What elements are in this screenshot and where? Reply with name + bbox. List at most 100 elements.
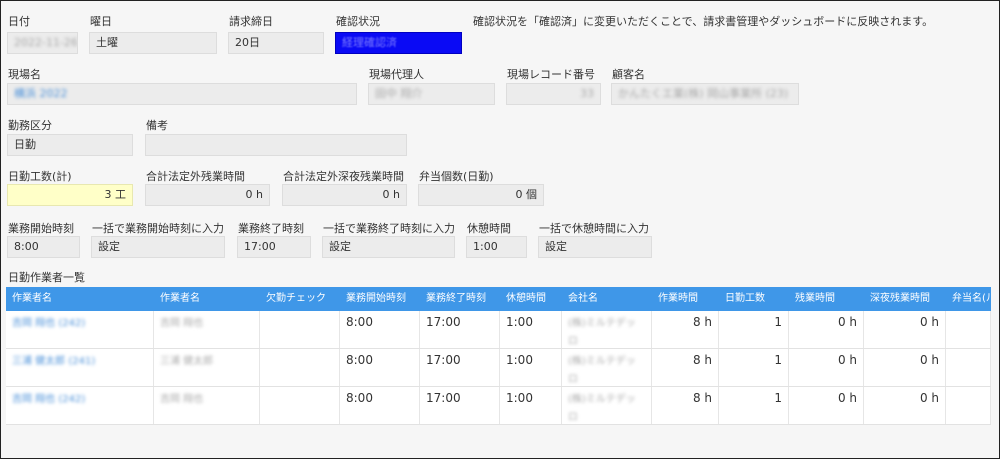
overtime-cell: 0 h <box>789 349 864 386</box>
column-header[interactable]: 作業時間 <box>652 287 719 311</box>
start-cell: 8:00 <box>340 387 420 424</box>
end-cell: 17:00 <box>420 349 500 386</box>
site-name-field[interactable]: 横浜 2022 <box>7 83 357 105</box>
column-header[interactable]: 弁当名(ル) <box>946 287 991 311</box>
bulk-break-label: 一括で休憩時間に入力 <box>539 222 649 235</box>
column-header[interactable]: 作業者名 <box>154 287 260 311</box>
site-agent-field[interactable]: 田中 翔介 <box>368 83 495 105</box>
worker-name: 吉岡 翔也 <box>160 394 204 405</box>
break-cell: 1:00 <box>500 311 562 348</box>
break-cell: 1:00 <box>500 349 562 386</box>
confirm-status-note: 確認状況を「確認済」に変更いただくことで、請求書管理やダッシュボードに反映されま… <box>473 15 934 28</box>
overtime-hours-label: 合計法定外残業時間 <box>146 170 245 183</box>
column-header[interactable]: 欠勤チェック <box>260 287 340 311</box>
column-header[interactable]: 休憩時間 <box>500 287 562 311</box>
night-overtime-cell: 0 h <box>864 311 946 348</box>
site-record-no-field[interactable]: 33 <box>506 83 601 105</box>
bulk-break-button[interactable]: 設定 <box>538 236 652 258</box>
column-header[interactable]: 深夜残業時間 <box>864 287 946 311</box>
confirm-status-value: 経理確認済 <box>342 36 397 49</box>
man-days-cell: 1 <box>719 387 789 424</box>
bulk-end-button[interactable]: 設定 <box>322 236 455 258</box>
overtime-hours-field[interactable]: 0 h <box>145 184 270 206</box>
column-header[interactable]: 業務終了時刻 <box>420 287 500 311</box>
remarks-label: 備考 <box>146 119 168 132</box>
workers-table-title: 日勤作業者一覧 <box>8 271 85 284</box>
man-days-cell: 1 <box>719 349 789 386</box>
day-man-days-label: 日勤工数(計) <box>8 170 72 183</box>
column-header[interactable]: 日勤工数 <box>719 287 789 311</box>
site-record-no-label: 現場レコード番号 <box>507 68 595 81</box>
work-type-field[interactable]: 日勤 <box>7 134 133 156</box>
column-header[interactable]: 会社名 <box>562 287 652 311</box>
overtime-cell: 0 h <box>789 387 864 424</box>
start-cell: 8:00 <box>340 311 420 348</box>
customer-value: かんたくエ業(株) 岡山事業所 (23) <box>618 87 789 100</box>
remarks-field[interactable] <box>145 134 407 156</box>
work-type-label: 勤務区分 <box>8 119 52 132</box>
confirm-status-label: 確認状況 <box>336 15 380 28</box>
work-hours-cell: 8 h <box>652 311 719 348</box>
worker-name-link[interactable]: 吉岡 翔也 (242) <box>12 318 85 329</box>
break-time-label: 休憩時間 <box>467 222 511 235</box>
closing-day-field[interactable]: 20日 <box>228 32 324 54</box>
weekday-field[interactable]: 土曜 <box>89 32 217 54</box>
night-overtime-hours-field[interactable]: 0 h <box>282 184 407 206</box>
closing-day-label: 請求締日 <box>229 15 273 28</box>
end-cell: 17:00 <box>420 387 500 424</box>
bulk-start-button[interactable]: 設定 <box>91 236 225 258</box>
night-overtime-cell: 0 h <box>864 387 946 424</box>
work-hours-cell: 8 h <box>652 349 719 386</box>
bulk-end-label: 一括で業務終了時刻に入力 <box>323 222 455 235</box>
start-cell: 8:00 <box>340 349 420 386</box>
worker-name: 吉岡 翔也 <box>160 318 204 329</box>
table-header: 作業者名 作業者名 欠勤チェック 業務開始時刻 業務終了時刻 休憩時間 会社名 … <box>6 287 991 311</box>
table-row: 三浦 健太郎 (241) 三浦 健太郎 8:00 17:00 1:00 (株)ミ… <box>6 349 991 387</box>
worker-name: 三浦 健太郎 <box>160 356 214 367</box>
weekday-label: 曜日 <box>90 15 112 28</box>
overtime-cell: 0 h <box>789 311 864 348</box>
site-name-link[interactable]: 横浜 2022 <box>14 87 68 100</box>
lunch-count-label: 弁当個数(日勤) <box>419 170 494 183</box>
break-time-field[interactable]: 1:00 <box>466 236 527 258</box>
day-man-days-field[interactable]: 3 工 <box>7 184 133 206</box>
customer-label: 顧客名 <box>612 68 645 81</box>
night-overtime-hours-label: 合計法定外深夜残業時間 <box>283 170 404 183</box>
lunch-cell <box>946 311 991 348</box>
break-cell: 1:00 <box>500 387 562 424</box>
bulk-start-label: 一括で業務開始時刻に入力 <box>92 222 224 235</box>
site-name-label: 現場名 <box>8 68 41 81</box>
column-header[interactable]: 残業時間 <box>789 287 864 311</box>
site-agent-value: 田中 翔介 <box>375 87 423 100</box>
absent-check[interactable] <box>260 387 340 424</box>
company-cell: (株)ミルテデッ ロ <box>568 394 636 423</box>
absent-check[interactable] <box>260 311 340 348</box>
company-cell: (株)ミルテデッ ロ <box>568 356 636 385</box>
man-days-cell: 1 <box>719 311 789 348</box>
column-header[interactable]: 業務開始時刻 <box>340 287 420 311</box>
end-time-field[interactable]: 17:00 <box>237 236 311 258</box>
site-agent-label: 現場代理人 <box>369 68 424 81</box>
date-label: 日付 <box>8 15 30 28</box>
night-overtime-cell: 0 h <box>864 349 946 386</box>
work-hours-cell: 8 h <box>652 387 719 424</box>
end-time-label: 業務終了時刻 <box>238 222 304 235</box>
column-header[interactable]: 作業者名 <box>6 287 154 311</box>
table-row: 吉岡 翔也 (242) 吉岡 翔也 8:00 17:00 1:00 (株)ミルテ… <box>6 311 991 349</box>
date-field[interactable]: 2022-11-26 <box>7 32 78 54</box>
worker-name-link[interactable]: 三浦 健太郎 (241) <box>12 356 95 367</box>
record-form: 日付 2022-11-26 曜日 土曜 請求締日 20日 確認状況 経理確認済 … <box>0 0 1000 459</box>
lunch-count-field[interactable]: 0 個 <box>418 184 544 206</box>
absent-check[interactable] <box>260 349 340 386</box>
workers-table: 作業者名 作業者名 欠勤チェック 業務開始時刻 業務終了時刻 休憩時間 会社名 … <box>6 287 991 425</box>
confirm-status-select[interactable]: 経理確認済 <box>335 32 462 54</box>
site-record-no-value: 33 <box>580 87 594 100</box>
date-value: 2022-11-26 <box>14 36 78 49</box>
company-cell: (株)ミルテデッ ロ <box>568 318 636 347</box>
customer-field[interactable]: かんたくエ業(株) 岡山事業所 (23) <box>611 83 799 105</box>
lunch-cell <box>946 349 991 386</box>
start-time-field[interactable]: 8:00 <box>7 236 80 258</box>
table-row: 吉岡 翔也 (242) 吉岡 翔也 8:00 17:00 1:00 (株)ミルテ… <box>6 387 991 425</box>
worker-name-link[interactable]: 吉岡 翔也 (242) <box>12 394 85 405</box>
start-time-label: 業務開始時刻 <box>8 222 74 235</box>
